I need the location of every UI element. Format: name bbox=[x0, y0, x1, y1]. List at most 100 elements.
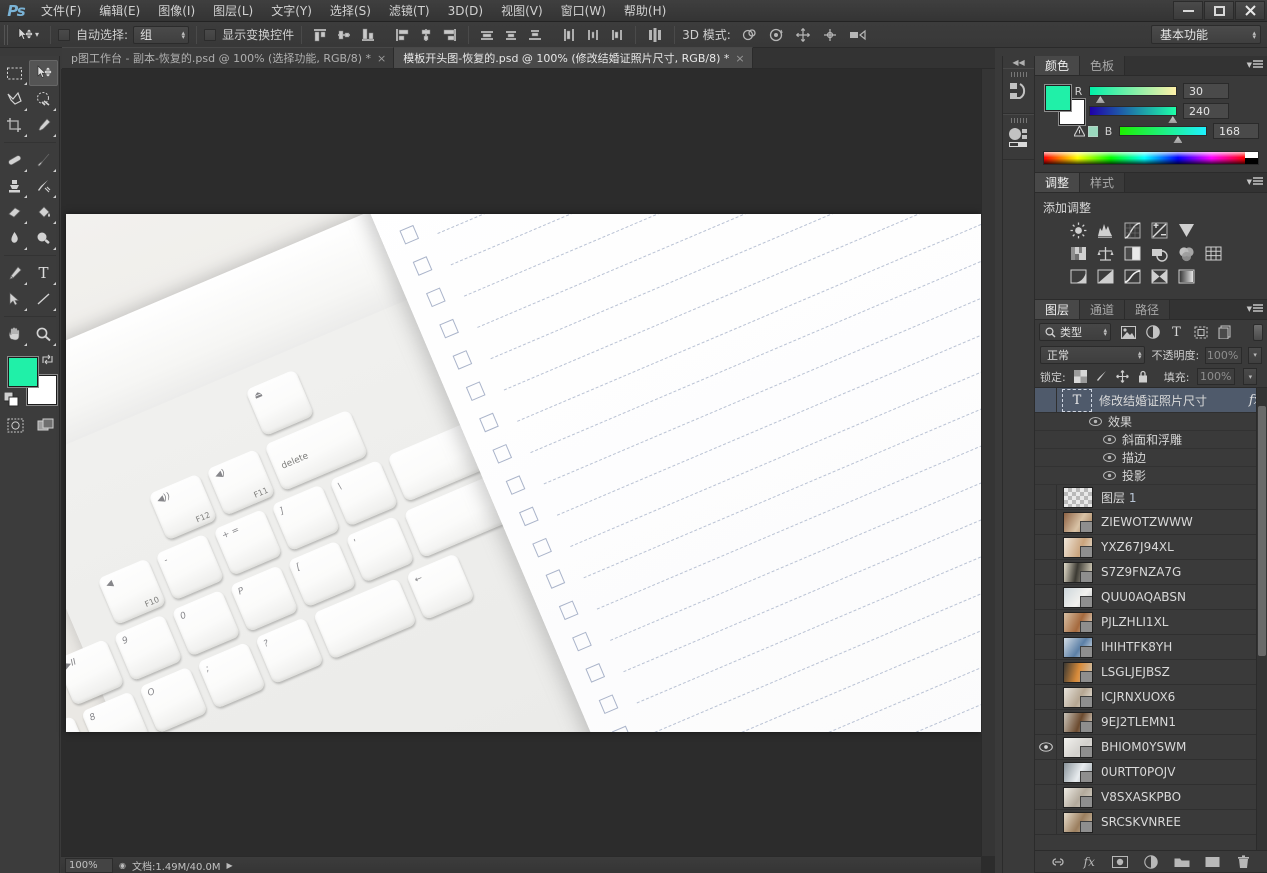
distribute-bottom-edges-icon[interactable] bbox=[524, 25, 546, 45]
horizontal-type-tool[interactable]: T bbox=[29, 260, 58, 286]
vibrance-icon[interactable] bbox=[1177, 222, 1196, 239]
layer-thumbnail[interactable] bbox=[1063, 786, 1093, 808]
close-icon[interactable]: × bbox=[735, 52, 744, 65]
layer-row[interactable]: S7Z9FNZA7G bbox=[1035, 560, 1267, 585]
pixel-filter-icon[interactable] bbox=[1121, 325, 1136, 340]
blend-mode-dropdown[interactable]: 正常 ▴ ▾ bbox=[1040, 346, 1146, 364]
red-slider-track[interactable] bbox=[1089, 86, 1177, 103]
foreground-color-swatch[interactable] bbox=[8, 357, 38, 387]
align-top-edges-icon[interactable] bbox=[309, 25, 331, 45]
line-tool[interactable] bbox=[29, 286, 58, 312]
menu-window[interactable]: 窗口(W) bbox=[552, 1, 615, 21]
layer-visibility-toggle[interactable] bbox=[1035, 585, 1057, 609]
layer-thumbnail[interactable] bbox=[1063, 586, 1093, 608]
align-horizontal-centers-icon[interactable] bbox=[415, 25, 437, 45]
posterize-icon[interactable] bbox=[1096, 268, 1115, 285]
layer-visibility-toggle[interactable] bbox=[1035, 485, 1057, 509]
photo-filter-icon[interactable] bbox=[1150, 245, 1169, 262]
align-left-edges-icon[interactable] bbox=[391, 25, 413, 45]
tab-channels[interactable]: 通道 bbox=[1080, 300, 1126, 319]
zoom-level-input[interactable]: 100% bbox=[65, 857, 113, 873]
spectrum-gradient[interactable] bbox=[1044, 152, 1245, 164]
panel-menu-icon[interactable]: ▼ bbox=[1247, 177, 1263, 186]
menu-3d[interactable]: 3D(D) bbox=[439, 1, 492, 21]
menu-filter[interactable]: 滤镜(T) bbox=[380, 1, 439, 21]
layer-row[interactable]: IHIHTFK8YH bbox=[1035, 635, 1267, 660]
delete-layer-icon[interactable] bbox=[1235, 854, 1251, 870]
close-button[interactable] bbox=[1235, 1, 1265, 20]
minimize-button[interactable] bbox=[1173, 1, 1203, 20]
maximize-button[interactable] bbox=[1204, 1, 1234, 20]
collapse-panels-icon[interactable]: ◀◀ bbox=[1003, 56, 1034, 68]
color-panel-foreground-swatch[interactable] bbox=[1045, 85, 1071, 111]
canvas-area[interactable]: ⏏ ◀))F12 ◀)F11 delete ◀F10 - + = ] \ ent… bbox=[61, 69, 995, 873]
auto-select-checkbox[interactable] bbox=[58, 28, 71, 41]
layer-row[interactable]: ICJRNXUOX6 bbox=[1035, 685, 1267, 710]
menu-edit[interactable]: 编辑(E) bbox=[90, 1, 149, 21]
distribute-horizontal-centers-icon[interactable] bbox=[582, 25, 604, 45]
layer-list-scroll-thumb[interactable] bbox=[1258, 406, 1266, 656]
web-safe-icon[interactable] bbox=[1087, 125, 1099, 137]
layer-thumbnail[interactable] bbox=[1063, 811, 1093, 833]
history-brush-tool[interactable] bbox=[29, 173, 58, 199]
tab-paths[interactable]: 路径 bbox=[1125, 300, 1171, 319]
3d-roll-icon[interactable] bbox=[766, 25, 788, 45]
menu-help[interactable]: 帮助(H) bbox=[615, 1, 675, 21]
menu-layer[interactable]: 图层(L) bbox=[204, 1, 262, 21]
exposure-icon[interactable] bbox=[1150, 222, 1169, 239]
layer-row[interactable]: PJLZHLI1XL bbox=[1035, 610, 1267, 635]
layer-visibility-toggle[interactable] bbox=[1035, 388, 1057, 412]
effect-row-bevel[interactable]: 斜面和浮雕 bbox=[1035, 431, 1267, 449]
layer-thumbnail[interactable] bbox=[1063, 486, 1093, 508]
spot-healing-brush-tool[interactable] bbox=[0, 147, 29, 173]
quick-selection-tool[interactable] bbox=[29, 86, 58, 112]
screen-mode-icon[interactable] bbox=[30, 413, 60, 437]
tab-styles[interactable]: 样式 bbox=[1080, 173, 1126, 192]
layer-visibility-toggle[interactable] bbox=[1035, 510, 1057, 534]
align-bottom-edges-icon[interactable] bbox=[357, 25, 379, 45]
rectangular-marquee-tool[interactable] bbox=[0, 60, 29, 86]
tab-layers[interactable]: 图层 bbox=[1035, 300, 1081, 319]
layer-row[interactable]: SRCSKVNREE bbox=[1035, 810, 1267, 835]
layer-visibility-toggle[interactable] bbox=[1035, 610, 1057, 634]
hue-saturation-icon[interactable] bbox=[1069, 245, 1088, 262]
panel-menu-icon[interactable]: ▼ bbox=[1247, 304, 1263, 313]
levels-icon[interactable] bbox=[1096, 222, 1115, 239]
menu-view[interactable]: 视图(V) bbox=[492, 1, 552, 21]
red-slider-thumb[interactable] bbox=[1095, 96, 1105, 103]
effect-visibility-icon[interactable] bbox=[1103, 453, 1116, 462]
menu-select[interactable]: 选择(S) bbox=[321, 1, 380, 21]
tab-swatches[interactable]: 色板 bbox=[1080, 56, 1126, 75]
canvas-vertical-scrollbar[interactable] bbox=[981, 69, 995, 856]
hand-tool[interactable] bbox=[0, 321, 29, 347]
lock-transparency-icon[interactable] bbox=[1073, 370, 1087, 383]
layer-visibility-toggle[interactable] bbox=[1035, 735, 1057, 759]
3d-rotate-icon[interactable] bbox=[739, 25, 761, 45]
type-filter-icon[interactable]: T bbox=[1169, 325, 1184, 340]
link-layers-icon[interactable] bbox=[1050, 854, 1066, 870]
green-value[interactable]: 240 bbox=[1183, 103, 1229, 119]
layer-visibility-toggle[interactable] bbox=[1035, 560, 1057, 584]
channel-mixer-icon[interactable] bbox=[1177, 245, 1196, 262]
layer-row-text[interactable]: T 修改结婚证照片尺寸 fx bbox=[1035, 388, 1267, 413]
fill-chevron-icon[interactable]: ▾ bbox=[1243, 368, 1258, 385]
swap-colors-icon[interactable] bbox=[41, 353, 54, 366]
close-icon[interactable]: × bbox=[377, 52, 386, 65]
layer-row[interactable]: YXZ67J94XL bbox=[1035, 535, 1267, 560]
workspace-switcher[interactable]: 基本功能 ▴ ▾ bbox=[1151, 25, 1261, 44]
effect-visibility-icon[interactable] bbox=[1103, 435, 1116, 444]
layer-visibility-toggle[interactable] bbox=[1035, 660, 1057, 684]
adjustment-filter-icon[interactable] bbox=[1145, 325, 1160, 340]
current-tool-preset[interactable]: ▾ bbox=[12, 26, 43, 43]
distribute-left-edges-icon[interactable] bbox=[558, 25, 580, 45]
selective-color-icon[interactable] bbox=[1150, 268, 1169, 285]
brightness-contrast-icon[interactable] bbox=[1069, 222, 1088, 239]
panel-menu-icon[interactable]: ▼ bbox=[1247, 60, 1263, 69]
tab-color[interactable]: 颜色 bbox=[1035, 56, 1081, 75]
layer-style-icon[interactable]: fx bbox=[1081, 854, 1097, 870]
menu-file[interactable]: 文件(F) bbox=[32, 1, 90, 21]
distribute-vertical-centers-icon[interactable] bbox=[500, 25, 522, 45]
layer-row[interactable]: V8SXASKPBO bbox=[1035, 785, 1267, 810]
layer-thumbnail[interactable] bbox=[1063, 711, 1093, 733]
new-layer-icon[interactable] bbox=[1205, 854, 1221, 870]
